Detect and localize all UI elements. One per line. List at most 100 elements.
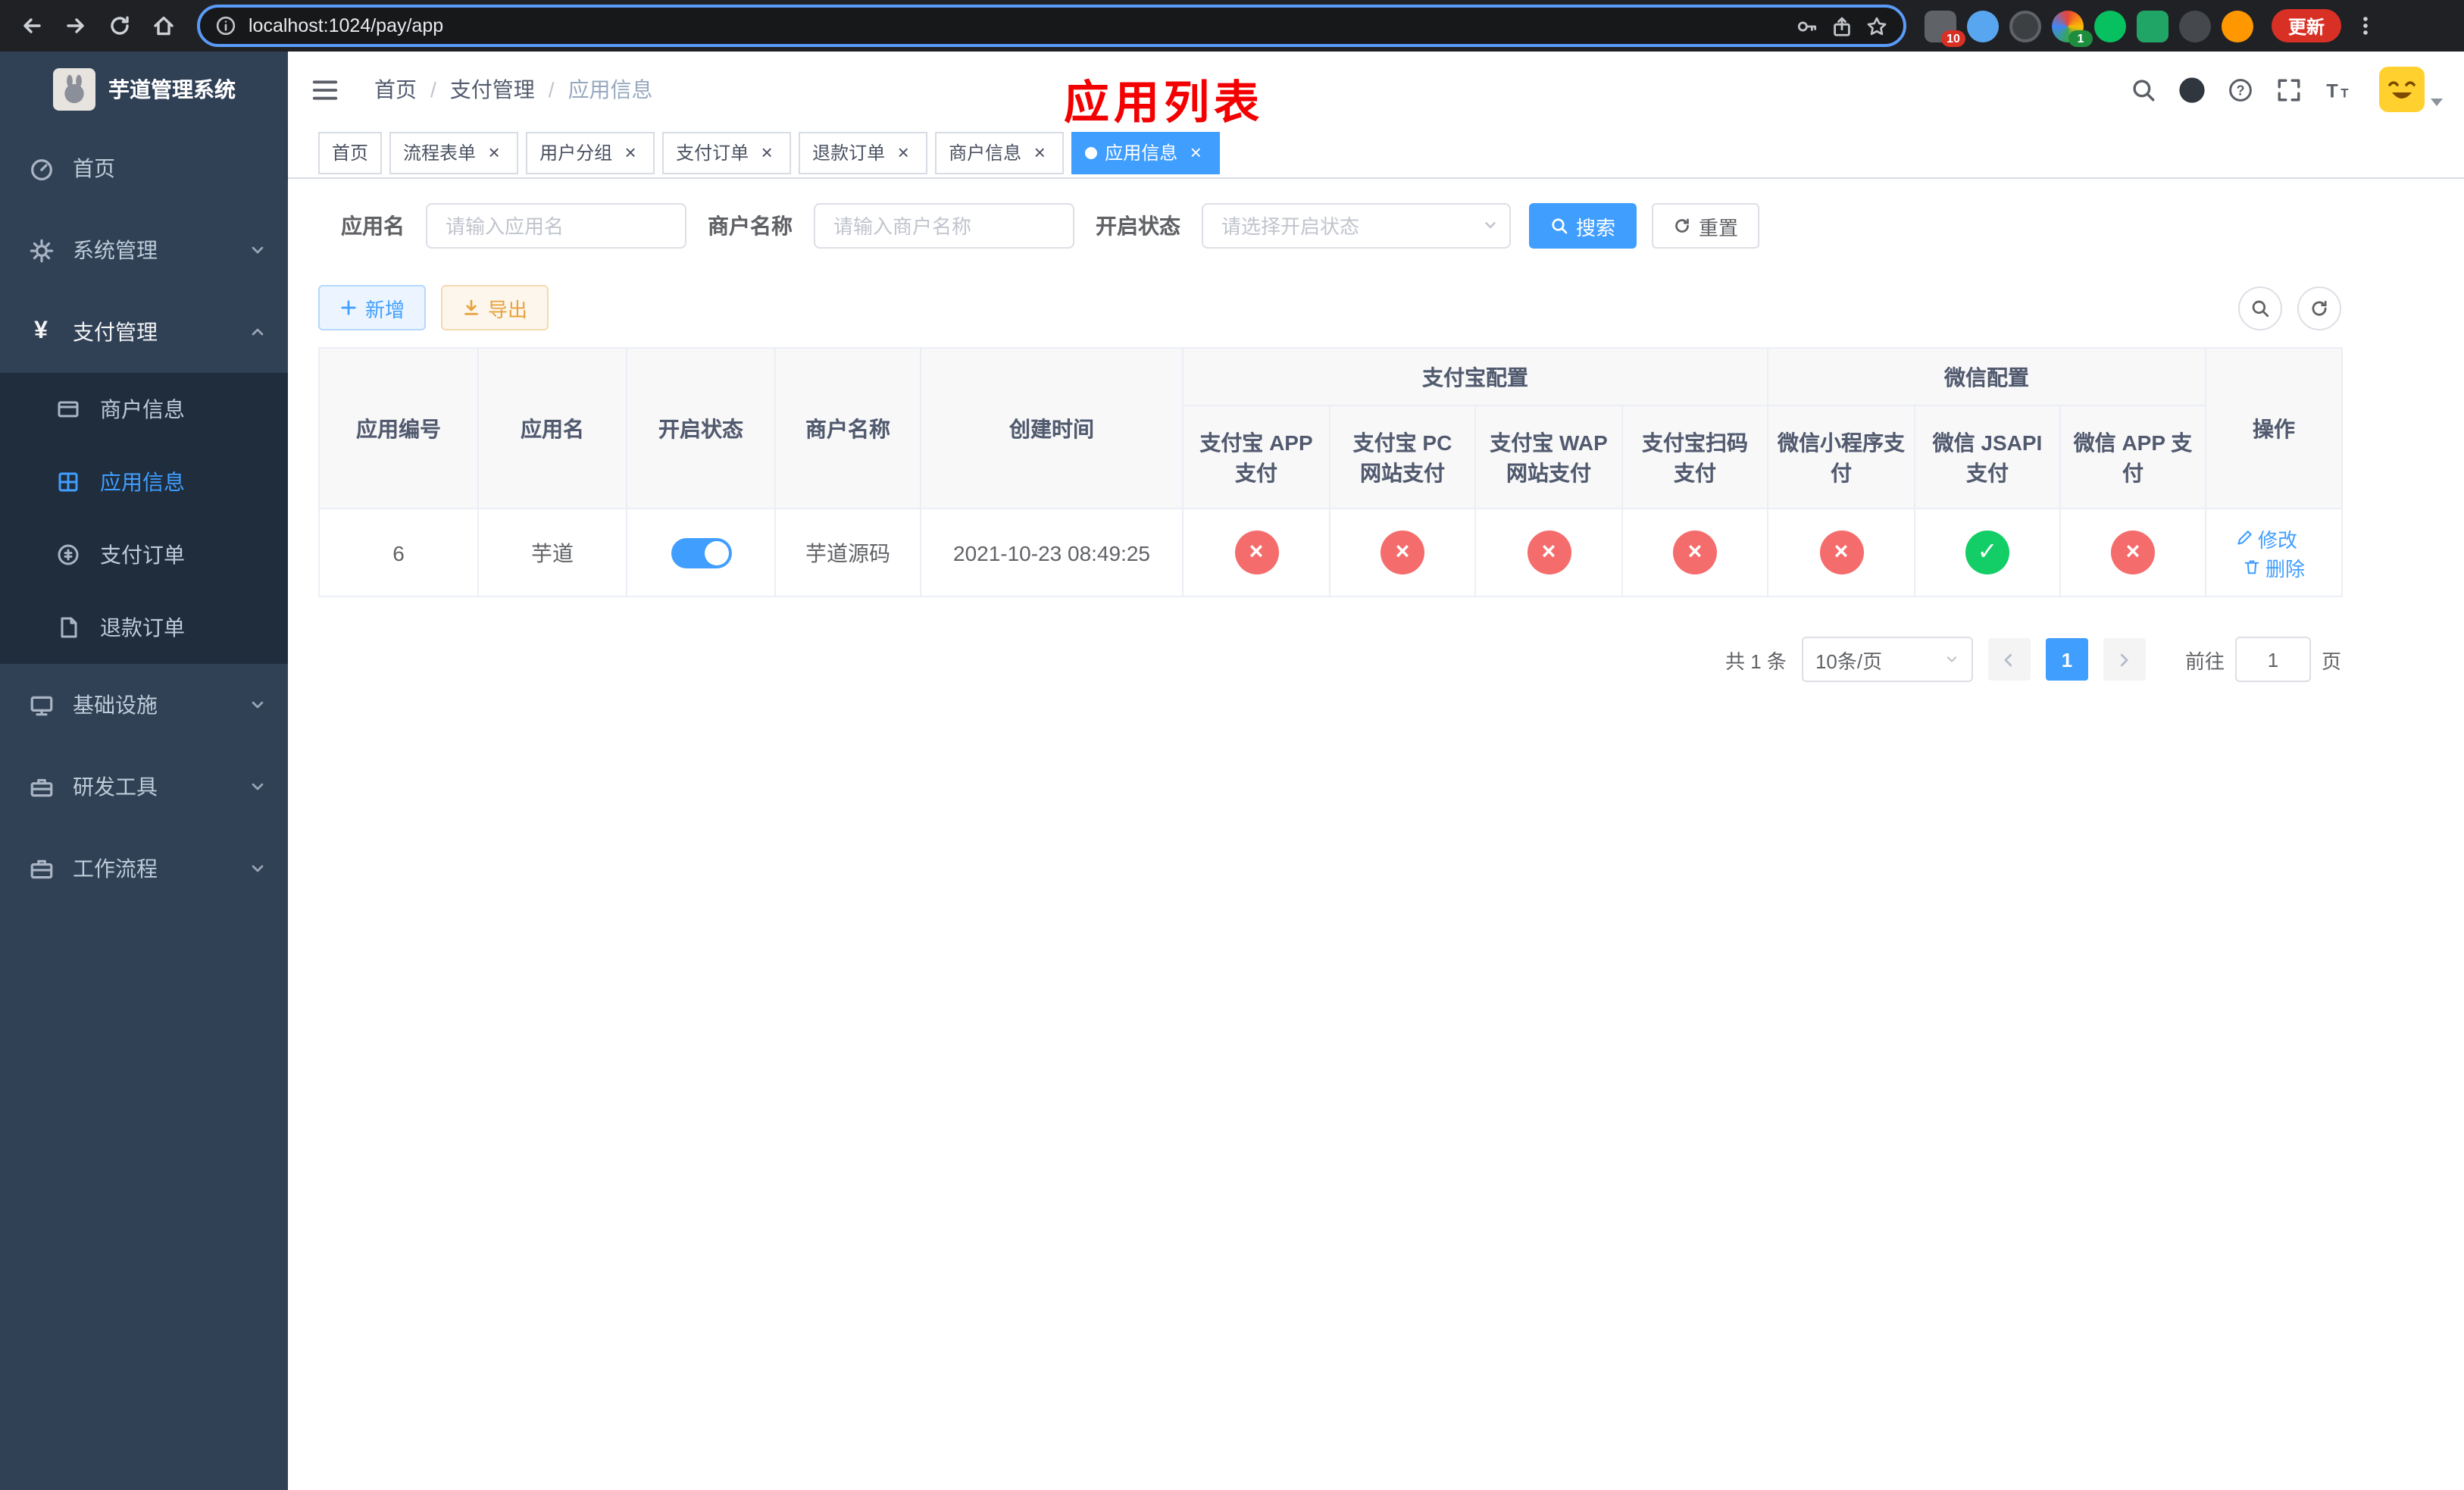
- cell-created: 2021-10-23 08:49:25: [920, 508, 1184, 597]
- browser-menu-icon[interactable]: [2353, 14, 2378, 38]
- bookmark-star-icon[interactable]: [1865, 14, 1888, 37]
- close-icon[interactable]: ×: [620, 142, 641, 163]
- cell-wx-lite: ×: [1767, 508, 1915, 597]
- col-header-alipay-wap: 支付宝 WAP 网站支付: [1474, 405, 1623, 509]
- user-menu[interactable]: [2379, 67, 2443, 112]
- tab-process-form[interactable]: 流程表单 ×: [389, 131, 519, 174]
- cell-alipay-wap: ×: [1474, 508, 1623, 597]
- password-key-icon[interactable]: [1796, 14, 1818, 37]
- chevron-down-icon: [249, 859, 267, 878]
- content: 应用名 商户名称 开启状态 搜索: [288, 179, 2464, 1490]
- extensions-puzzle-icon[interactable]: 10: [1925, 10, 1965, 46]
- sidebar-item-app-info[interactable]: 应用信息: [0, 446, 288, 518]
- search-icon[interactable]: [2128, 74, 2158, 105]
- col-header-wx-jsapi: 微信 JSAPI 支付: [1914, 405, 2061, 509]
- sidebar-item-pay[interactable]: ¥ 支付管理: [0, 291, 288, 373]
- merchant-name-label: 商户名称: [708, 214, 793, 238]
- export-button[interactable]: 导出: [441, 285, 549, 330]
- col-header-alipay-app: 支付宝 APP 支付: [1182, 405, 1330, 509]
- status-toggle[interactable]: [671, 537, 731, 568]
- sidebar-item-label: 支付管理: [73, 320, 158, 344]
- tab-merchant-info[interactable]: 商户信息 ×: [935, 131, 1065, 174]
- extension-badge: 1: [2068, 30, 2093, 46]
- merchant-name-input[interactable]: [814, 203, 1074, 249]
- font-size-icon[interactable]: TT: [2322, 74, 2352, 105]
- browser-update-button[interactable]: 更新: [2272, 9, 2342, 42]
- close-icon[interactable]: ×: [1185, 142, 1206, 163]
- browser-home-button[interactable]: [142, 5, 183, 46]
- chevron-down-icon: [1482, 217, 1499, 233]
- cell-status: [626, 508, 776, 597]
- cell-alipay-app: ×: [1182, 508, 1330, 597]
- sidebar-item-label: 支付订单: [100, 543, 185, 567]
- extension-icon-dark[interactable]: [2009, 10, 2041, 42]
- close-icon[interactable]: ×: [1029, 142, 1050, 163]
- browser-forward-button[interactable]: [55, 5, 95, 46]
- add-button[interactable]: 新增: [318, 285, 427, 330]
- status-select-input[interactable]: [1202, 203, 1511, 249]
- sidebar-item-infra[interactable]: 基础设施: [0, 664, 288, 746]
- close-icon[interactable]: ×: [483, 142, 505, 163]
- search-button[interactable]: 搜索: [1529, 203, 1637, 249]
- help-icon[interactable]: ?: [2225, 74, 2255, 105]
- goto-page-input[interactable]: [2234, 637, 2311, 682]
- url-text[interactable]: localhost:1024/pay/app: [249, 15, 1784, 36]
- sidebar-item-system[interactable]: 系统管理: [0, 209, 288, 291]
- refresh-table-button[interactable]: [2297, 286, 2341, 330]
- extension-icon-notes[interactable]: [2137, 10, 2169, 42]
- sidebar-item-dev-tools[interactable]: 研发工具: [0, 746, 288, 828]
- sidebar-logo[interactable]: 芋道管理系统: [0, 52, 288, 127]
- site-info-icon[interactable]: [215, 15, 236, 36]
- extension-icon-avatar[interactable]: 1: [2052, 10, 2093, 46]
- app-name-input[interactable]: [426, 203, 686, 249]
- screen: localhost:1024/pay/app 10 1 更新 芋道管理系统 首页…: [0, 0, 2464, 1490]
- close-icon[interactable]: ×: [756, 142, 777, 163]
- toggle-search-button[interactable]: [2238, 286, 2282, 330]
- breadcrumb-home[interactable]: 首页: [374, 74, 417, 105]
- browser-reload-button[interactable]: [98, 5, 139, 46]
- chevron-down-icon: [249, 778, 267, 796]
- extension-icon-drop[interactable]: [1967, 10, 1999, 42]
- github-icon[interactable]: [2176, 74, 2206, 105]
- delete-button[interactable]: 删除: [2243, 552, 2305, 581]
- edit-button[interactable]: 修改: [2235, 524, 2297, 552]
- tab-app-info[interactable]: 应用信息 ×: [1071, 131, 1221, 174]
- sidebar-item-merchant-info[interactable]: 商户信息: [0, 373, 288, 446]
- share-icon[interactable]: [1831, 14, 1853, 37]
- extension-icon-face[interactable]: [2222, 10, 2253, 42]
- briefcase-icon: [27, 856, 55, 881]
- main-area: 首页 / 支付管理 / 应用信息 应用列表 ? T T 首页 流程表单 × 用户…: [288, 52, 2464, 1490]
- reset-button[interactable]: 重置: [1652, 203, 1760, 249]
- tab-refund-order[interactable]: 退款订单 ×: [799, 131, 928, 174]
- sidebar-item-home[interactable]: 首页: [0, 127, 288, 209]
- fullscreen-icon[interactable]: [2273, 74, 2303, 105]
- svg-text:T: T: [2325, 80, 2337, 102]
- address-bar[interactable]: localhost:1024/pay/app: [197, 5, 1906, 47]
- sidebar-item-workflow[interactable]: 工作流程: [0, 828, 288, 909]
- status-select[interactable]: [1202, 203, 1511, 249]
- disabled-status-icon: ×: [1527, 531, 1571, 574]
- page-1-button[interactable]: 1: [2045, 638, 2088, 681]
- tab-pay-order[interactable]: 支付订单 ×: [662, 131, 792, 174]
- next-page-button[interactable]: [2103, 638, 2146, 681]
- extension-icon-wechat[interactable]: [2094, 10, 2126, 42]
- cell-app-name: 芋道: [477, 508, 627, 597]
- tab-home[interactable]: 首页: [318, 131, 383, 174]
- avatar[interactable]: [2379, 67, 2425, 112]
- sidebar-item-pay-order[interactable]: 支付订单: [0, 518, 288, 591]
- sidebar-item-refund-order[interactable]: 退款订单: [0, 591, 288, 664]
- breadcrumb-pay[interactable]: 支付管理: [450, 74, 535, 105]
- browser-toolbar: localhost:1024/pay/app 10 1 更新: [0, 0, 2464, 52]
- credit-card-icon: [55, 397, 82, 421]
- col-header-alipay-pc: 支付宝 PC 网站支付: [1329, 405, 1476, 509]
- col-header-merchant: 商户名称: [774, 347, 921, 509]
- browser-back-button[interactable]: [11, 5, 52, 46]
- close-icon[interactable]: ×: [893, 142, 914, 163]
- svg-text:?: ?: [2235, 82, 2244, 97]
- extension-icon-pin[interactable]: [2179, 10, 2211, 42]
- page-size-value: 10条/页: [1815, 650, 1883, 672]
- hamburger-icon[interactable]: [288, 75, 362, 104]
- tab-user-group[interactable]: 用户分组 ×: [526, 131, 655, 174]
- page-size-select[interactable]: 10条/页: [1801, 637, 1973, 682]
- prev-page-button[interactable]: [1987, 638, 2031, 681]
